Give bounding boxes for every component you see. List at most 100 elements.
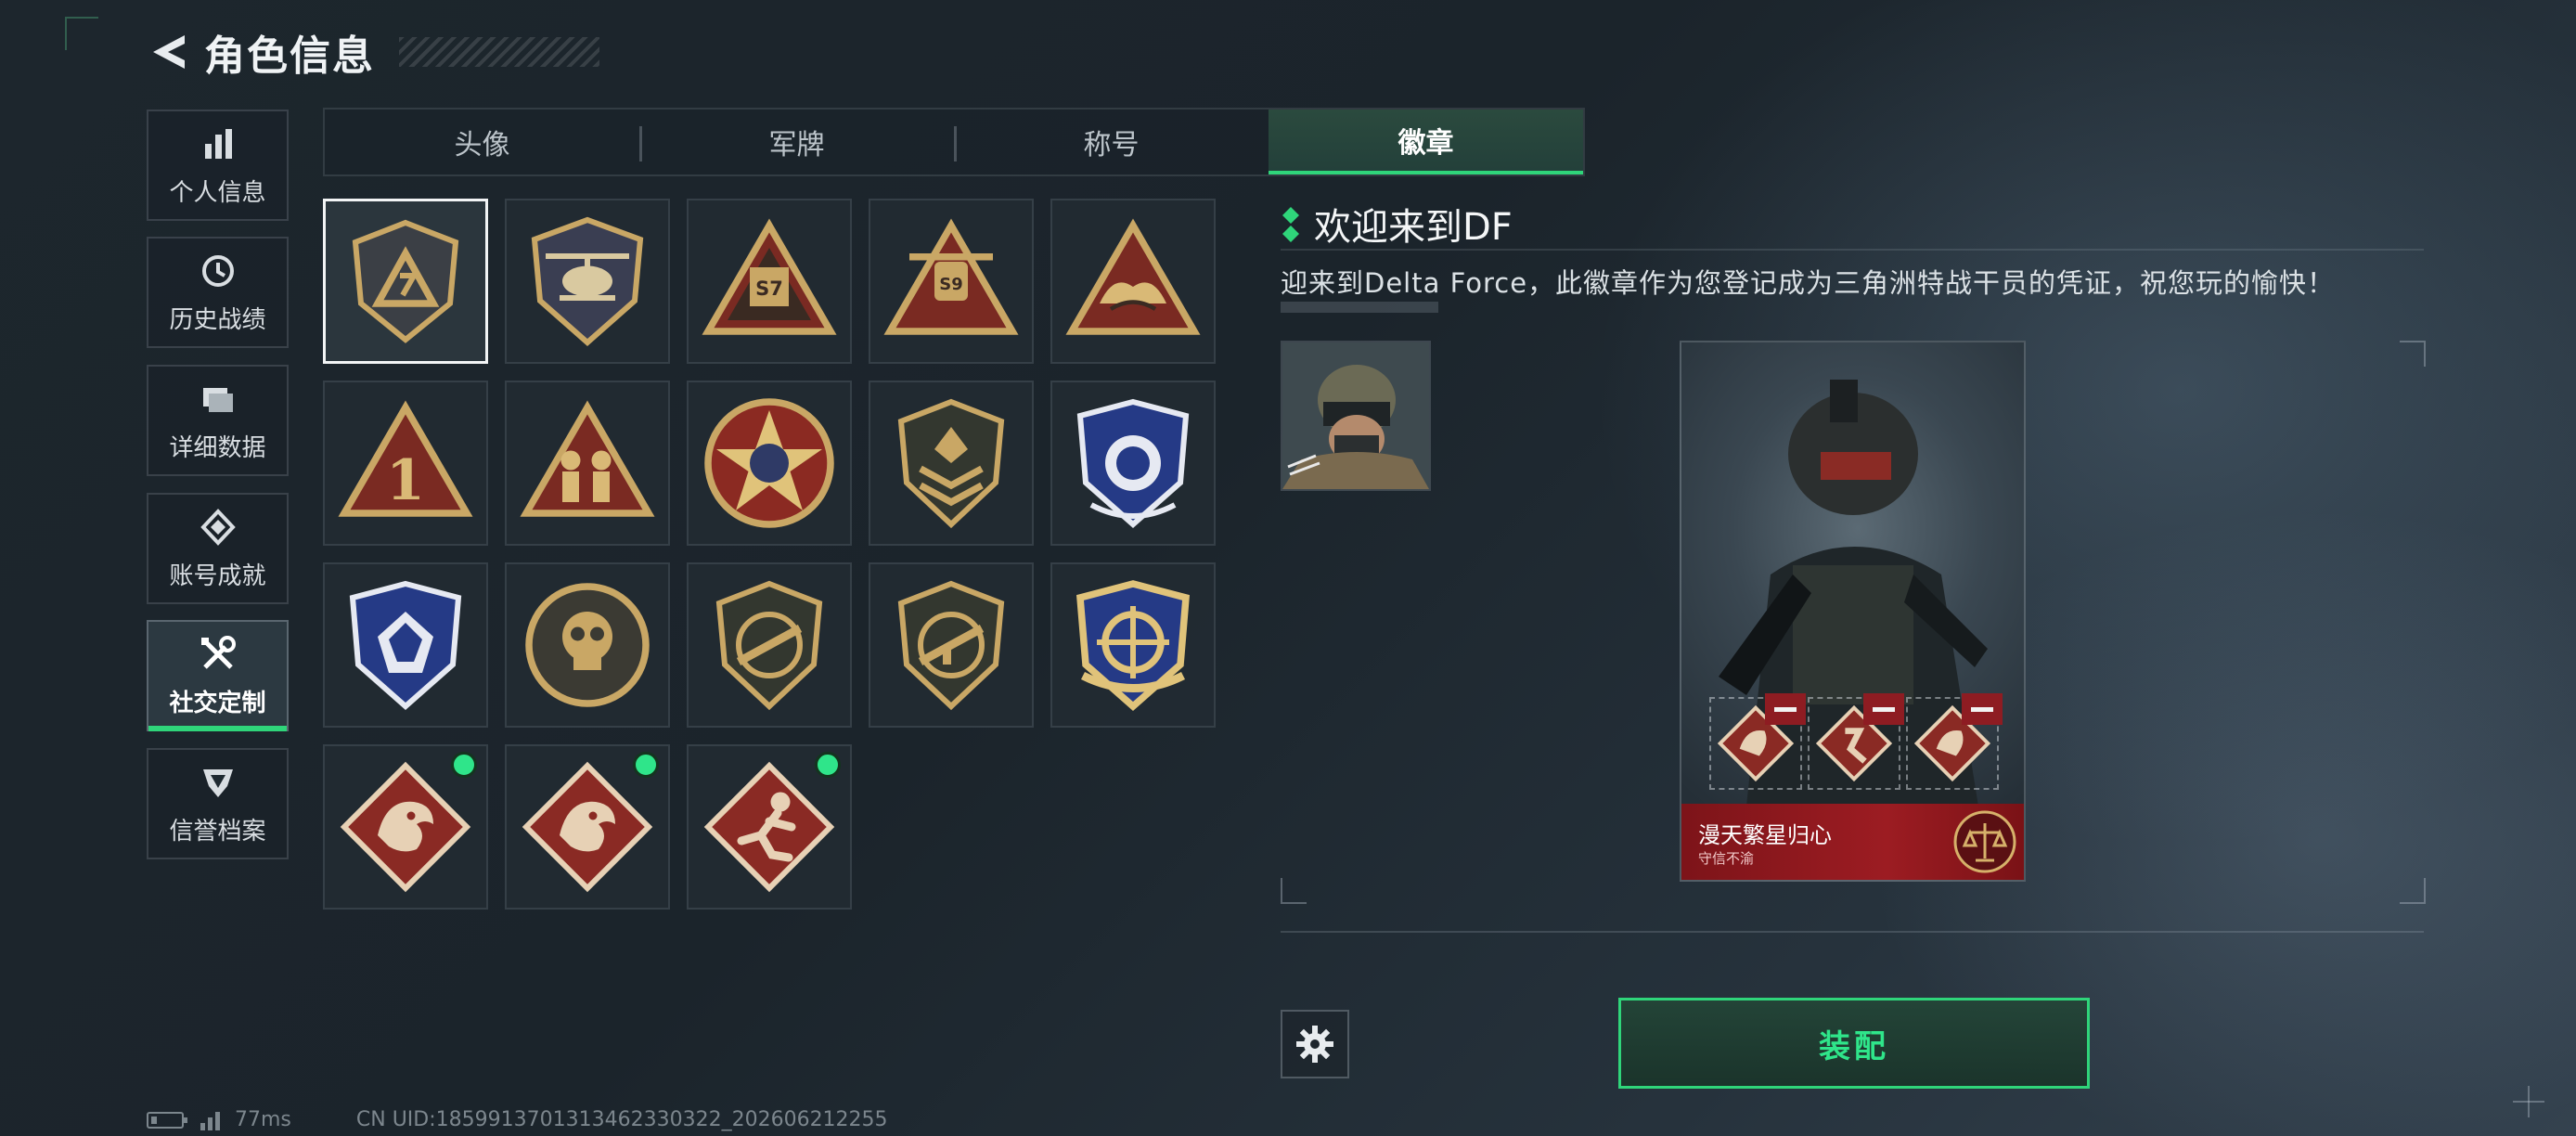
badge-cell[interactable] xyxy=(687,744,852,910)
badge-triangle-s7-icon: S7 xyxy=(702,218,837,335)
badge-cell[interactable]: S9 xyxy=(869,199,1034,364)
badge-cell[interactable] xyxy=(869,381,1034,546)
badge-detail-header: 欢迎来到DF xyxy=(1281,197,1513,251)
badge-grid: S7 S9 1 xyxy=(323,199,1218,910)
tab-avatar[interactable]: 头像 xyxy=(325,110,639,174)
badge-triangle-wings-icon xyxy=(1065,218,1201,335)
badge-shield-blue-gem-icon xyxy=(349,580,462,711)
sidebar-item-achievements[interactable]: 账号成就 xyxy=(147,493,289,604)
badge-title: 欢迎来到DF xyxy=(1314,206,1513,249)
sidebar-item-label: 个人信息 xyxy=(169,178,266,207)
panel-bracket xyxy=(2400,878,2426,904)
folder-data-icon xyxy=(198,379,238,420)
badge-shield-crosshair-icon xyxy=(1076,580,1190,712)
avatar-thumbnail[interactable] xyxy=(1281,341,1431,491)
title-decoration xyxy=(399,37,599,67)
tab-title[interactable]: 称号 xyxy=(954,110,1269,174)
badge-diamond-runner-icon xyxy=(703,761,835,893)
new-indicator xyxy=(633,752,659,778)
sidebar-item-label: 历史战绩 xyxy=(169,305,266,334)
sidebar-item-profile[interactable]: 个人信息 xyxy=(147,110,289,221)
sidebar-item-label: 账号成就 xyxy=(169,562,266,590)
sidebar-item-reputation[interactable]: 信誉档案 xyxy=(147,748,289,859)
badge-triangle-soldiers-icon xyxy=(520,400,655,517)
badge-description: 迎来到Delta Force，此徽章作为您登记成为三角洲特战干员的凭证，祝您玩的… xyxy=(1281,267,2336,299)
badge-cell[interactable] xyxy=(1050,381,1216,546)
equip-button[interactable]: 装配 xyxy=(1618,998,2090,1089)
sidebar-item-social-custom[interactable]: 社交定制 xyxy=(147,620,289,731)
badge-cell[interactable] xyxy=(687,381,852,546)
description-scrollbar[interactable] xyxy=(1281,302,1438,313)
back-arrow-icon xyxy=(153,35,185,69)
badge-cell[interactable] xyxy=(1050,562,1216,728)
uid-text: CN UID:1859913701313462330322_2026062122… xyxy=(355,1108,888,1131)
soldier-portrait-image xyxy=(1282,342,1429,489)
tab-bar: 头像 军牌 称号 徽章 xyxy=(323,108,1585,176)
badge-cell[interactable] xyxy=(505,381,670,546)
badge-cell[interactable] xyxy=(505,199,670,364)
history-clock-icon xyxy=(198,251,238,291)
tab-dogtag[interactable]: 军牌 xyxy=(639,110,954,174)
badge-diamond-dragon-icon xyxy=(340,761,471,893)
badge-cell[interactable] xyxy=(687,562,852,728)
badge-triangle-1-icon: 1 xyxy=(338,400,473,517)
operator-card: 漫天繁星归心 守信不渝 xyxy=(1680,341,2026,882)
remove-badge-button[interactable] xyxy=(1863,693,1904,725)
corner-bracket-top-left xyxy=(65,17,98,50)
remove-badge-button[interactable] xyxy=(1962,693,2003,725)
card-title: 漫天繁星归心 xyxy=(1698,822,1832,848)
badge-slot-2[interactable] xyxy=(1808,693,1904,790)
badge-cell[interactable] xyxy=(323,199,488,364)
sidebar-item-label: 详细数据 xyxy=(169,433,266,462)
badge-cell[interactable] xyxy=(505,562,670,728)
achievement-icon xyxy=(198,507,238,548)
divider xyxy=(1281,249,2424,251)
new-indicator xyxy=(815,752,841,778)
scales-emblem-icon xyxy=(1953,810,2016,873)
tab-badge[interactable]: 徽章 xyxy=(1269,110,1583,174)
badge-slot-1[interactable] xyxy=(1709,693,1806,790)
badge-cell[interactable]: 1 xyxy=(323,381,488,546)
badge-triangle-s9-icon: S9 xyxy=(883,218,1019,335)
badge-shield-blue-wings-icon xyxy=(1076,398,1190,529)
sidebar-item-label: 信誉档案 xyxy=(169,817,266,846)
panel-bracket xyxy=(1281,878,1307,904)
equip-button-label: 装配 xyxy=(1819,1027,1889,1065)
svg-text:S9: S9 xyxy=(939,275,963,294)
remove-badge-button[interactable] xyxy=(1765,693,1806,725)
corner-crosshair-bottom-right xyxy=(2513,1086,2544,1117)
badge-slot-3[interactable] xyxy=(1906,693,2003,790)
badge-diamond-dragon-2-icon xyxy=(522,761,653,893)
signal-icon xyxy=(200,1110,220,1130)
reputation-shield-icon xyxy=(198,762,238,803)
badge-cell[interactable] xyxy=(1050,199,1216,364)
badge-cell[interactable] xyxy=(323,744,488,910)
status-bar: 77ms CN UID:1859913701313462330322_20260… xyxy=(147,1108,888,1131)
badge-cell[interactable] xyxy=(869,562,1034,728)
badge-round-skull-icon xyxy=(525,583,650,707)
badge-cell[interactable] xyxy=(323,562,488,728)
new-indicator xyxy=(451,752,477,778)
sidebar-item-label: 社交定制 xyxy=(169,689,266,717)
svg-text:1: 1 xyxy=(386,448,425,513)
page-title: 角色信息 xyxy=(204,32,375,80)
back-button[interactable] xyxy=(147,29,193,75)
settings-button[interactable] xyxy=(1281,1010,1349,1078)
badge-shield-dark-icon xyxy=(352,219,459,343)
badge-round-star-icon xyxy=(704,398,834,528)
page-header: 角色信息 xyxy=(147,26,375,80)
bar-chart-icon xyxy=(198,123,238,164)
wrench-screwdriver-icon xyxy=(198,634,238,675)
badge-cell[interactable]: S7 xyxy=(687,199,852,364)
panel-bracket xyxy=(2400,341,2426,367)
svg-text:S7: S7 xyxy=(755,278,783,300)
sidebar-item-details[interactable]: 详细数据 xyxy=(147,365,289,476)
card-nameplate: 漫天繁星归心 守信不渝 xyxy=(1681,804,2024,880)
sidebar-item-history[interactable]: 历史战绩 xyxy=(147,237,289,348)
badge-cell[interactable] xyxy=(505,744,670,910)
ping-value: 77ms xyxy=(235,1108,291,1131)
badge-shield-rifle-icon xyxy=(715,580,823,711)
badge-shield-rifle-2-icon xyxy=(897,580,1005,711)
card-subtitle: 守信不渝 xyxy=(1698,850,1755,867)
badge-helicopter-icon xyxy=(531,216,644,347)
